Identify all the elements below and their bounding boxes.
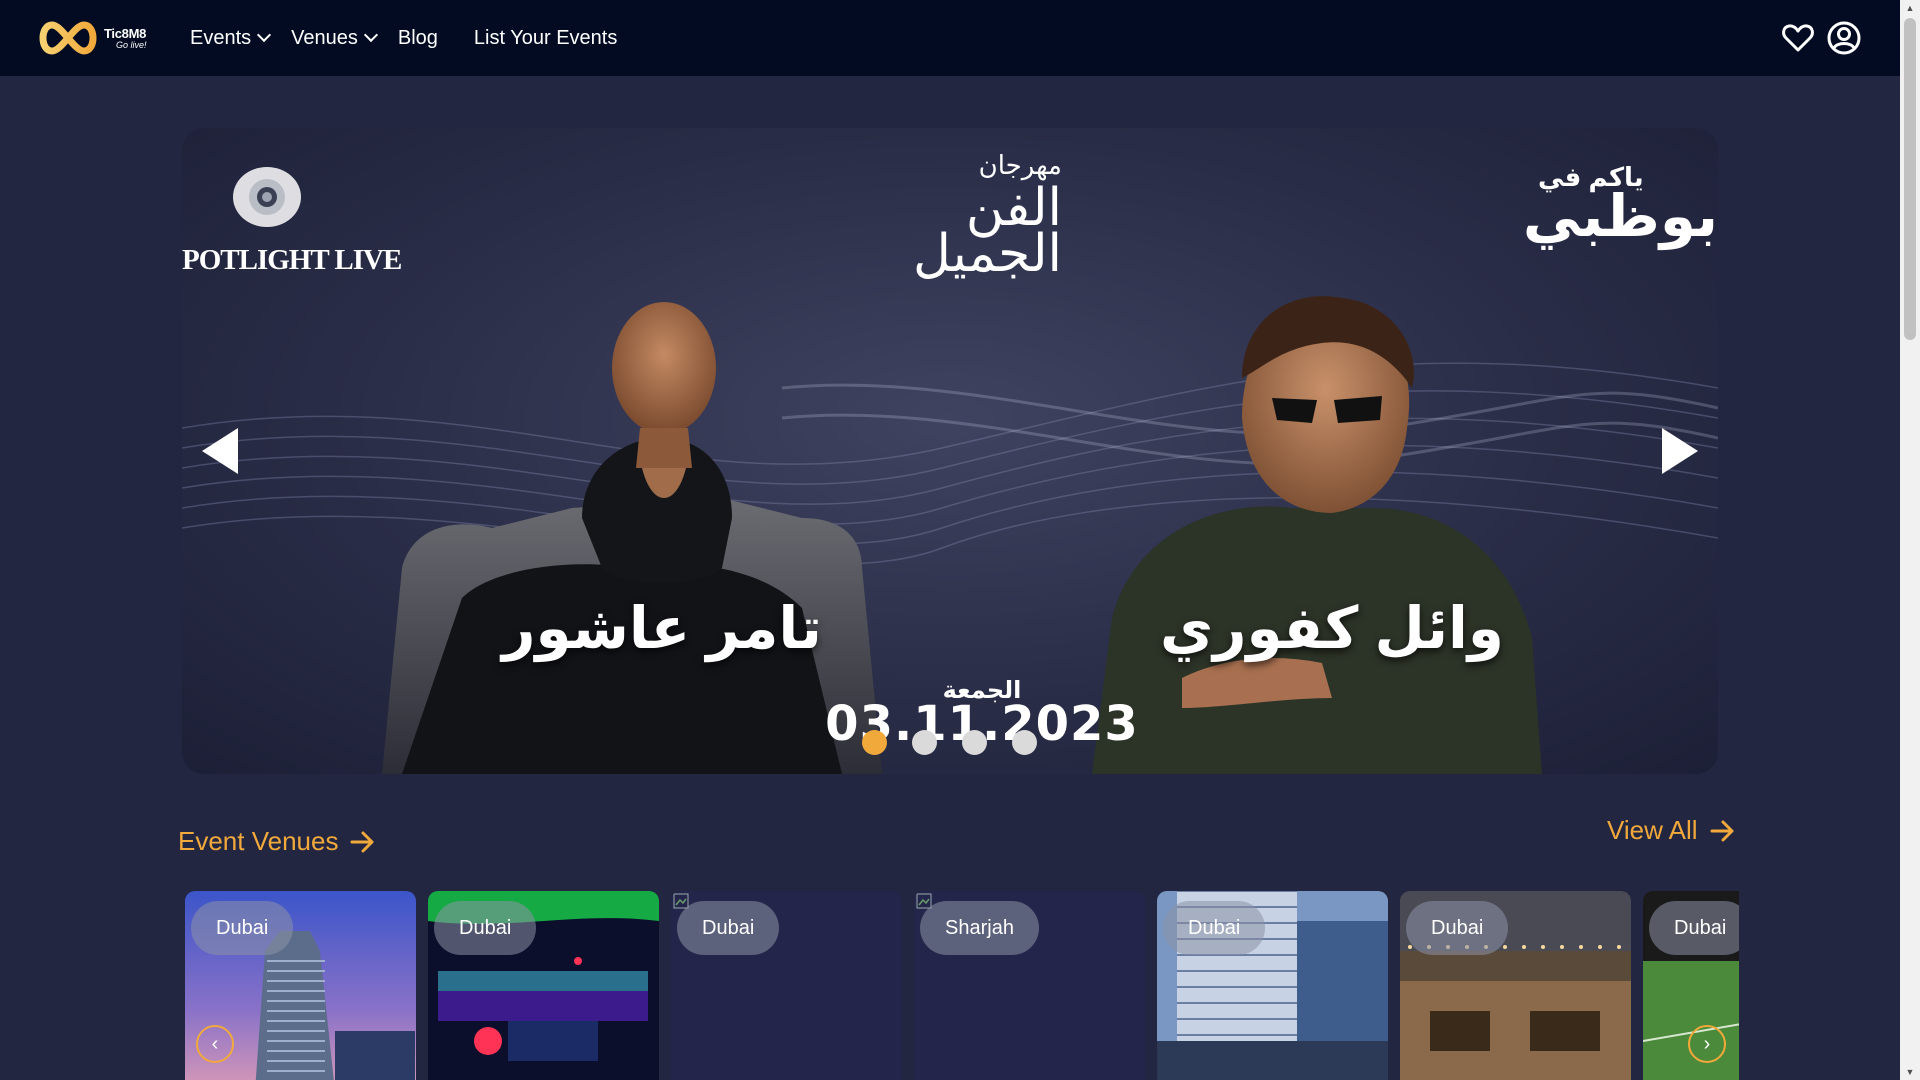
venue-city-badge: Dubai (434, 901, 537, 955)
user-circle-icon (1827, 21, 1861, 55)
tic8m8-logo[interactable]: Tic8M8 Go live! (36, 20, 150, 56)
chevron-right-icon: › (1703, 1032, 1711, 1055)
scroll-up-arrow-icon[interactable]: ▲ (1900, 0, 1920, 16)
chevron-down-icon (257, 27, 272, 43)
favorites-button[interactable] (1780, 20, 1816, 56)
view-all-label: View All (1607, 815, 1698, 845)
event-venues-heading[interactable]: Event Venues (178, 826, 376, 857)
venue-city-badge: Dubai (1649, 901, 1739, 955)
scroll-thumb[interactable] (1904, 18, 1916, 340)
nav-venues[interactable]: Venues (291, 26, 378, 50)
venue-card[interactable]: Dubai (1400, 891, 1631, 1080)
venue-card[interactable]: Dubai (428, 891, 659, 1080)
nav-blog[interactable]: Blog (398, 27, 438, 50)
carousel-dot-2[interactable] (912, 730, 937, 755)
carousel-dot-1[interactable] (862, 730, 887, 755)
carousel-next-arrow-icon[interactable] (1658, 424, 1702, 478)
carousel-dot-4[interactable] (1012, 730, 1037, 755)
arrow-right-icon (1710, 820, 1734, 841)
venue-city-badge: Dubai (1406, 901, 1509, 955)
venue-city-badge: Sharjah (920, 901, 1039, 955)
artist-right-name: وائل كفوري (1160, 596, 1504, 661)
venue-city-badge: Dubai (1163, 901, 1266, 955)
account-button[interactable] (1826, 20, 1862, 56)
spotlight-live-logo-icon (233, 167, 301, 227)
nav-events-label: Events (190, 26, 252, 49)
header-actions (1770, 20, 1862, 56)
main-nav: Events Venues Blog List Your Events (190, 0, 639, 76)
infinity-logo-icon (39, 21, 97, 55)
festival-title: مهرجان الفن الجميل (862, 152, 1062, 280)
venue-card[interactable]: Dubai (671, 891, 902, 1080)
festival-line-1: مهرجان (978, 150, 1062, 180)
venue-card[interactable]: Sharjah (914, 891, 1145, 1080)
artist-left-name: تامر عاشور (502, 596, 822, 661)
arrow-right-icon (350, 831, 374, 852)
location-title: ياكم في بوظبي (1522, 164, 1718, 249)
venue-card[interactable]: Dubai (1157, 891, 1388, 1080)
scroll-down-arrow-icon[interactable]: ▼ (1900, 1064, 1920, 1080)
carousel-dot-3[interactable] (962, 730, 987, 755)
venue-city-badge: Dubai (677, 901, 780, 955)
event-venues-title: Event Venues (178, 826, 339, 856)
page-scrollbar[interactable]: ▲ ▼ (1900, 0, 1920, 1080)
nav-events[interactable]: Events (190, 26, 272, 50)
venue-city-badge: Dubai (191, 901, 294, 955)
nav-venues-label: Venues (291, 26, 358, 49)
location-line-2: بوظبي (1522, 184, 1718, 249)
hero-carousel[interactable]: POTLIGHT LIVE مهرجان الفن الجميل ياكم في… (182, 128, 1718, 774)
nav-list-your-events[interactable]: List Your Events (474, 27, 617, 50)
carousel-prev-arrow-icon[interactable] (198, 424, 242, 478)
venues-carousel: Dubai Dubai Dubai Sharjah Dubai Dubai Dubai (185, 891, 1739, 1080)
chevron-down-icon (363, 27, 378, 43)
venues-next-button[interactable]: › (1688, 1025, 1726, 1063)
logo-wordmark: Tic8M8 Go live! (104, 27, 147, 50)
venues-prev-button[interactable]: ‹ (196, 1025, 234, 1063)
logo-brand: Tic8M8 (104, 25, 147, 41)
view-all-link[interactable]: View All (1607, 815, 1736, 846)
logo-tagline: Go live! (116, 39, 147, 50)
chevron-left-icon: ‹ (211, 1032, 219, 1055)
top-nav-bar: Tic8M8 Go live! Events Venues Blog List … (0, 0, 1900, 76)
heart-icon (1782, 24, 1814, 52)
carousel-dots (862, 730, 1062, 755)
